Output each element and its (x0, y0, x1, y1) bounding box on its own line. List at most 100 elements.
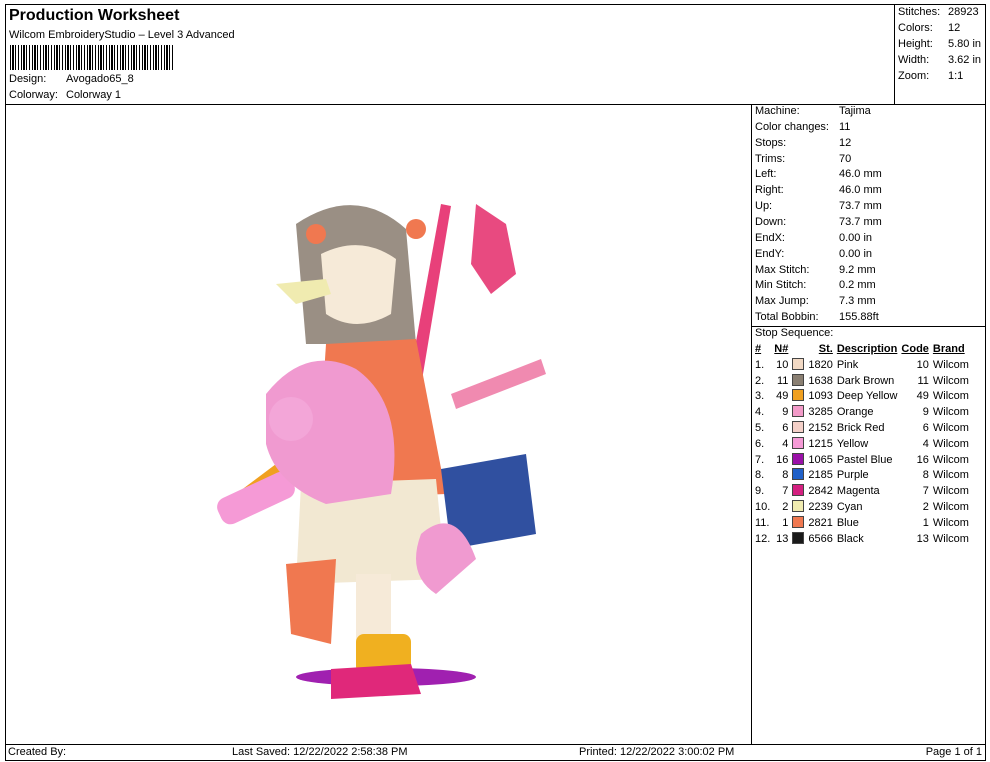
info-row: EndY: 0.00 in (755, 248, 872, 264)
design-value: Avogado65_8 (66, 73, 134, 85)
stats-panel: Stitches: 28923 Colors: 12 Height: 5.80 in … (894, 4, 986, 105)
color-code: 6 (922, 422, 929, 435)
color-code: 2 (922, 501, 929, 514)
color-description: Blue (836, 516, 859, 529)
stat-label: Zoom: (898, 70, 930, 82)
stat-width: Width: 3.62 in (898, 54, 981, 66)
thread-brand: Wilcom (932, 485, 969, 498)
stitch-count: 1093 (808, 390, 833, 403)
needle-num: 7 (782, 485, 789, 498)
needle-num: 16 (776, 453, 789, 466)
stop-num: 1. (755, 358, 765, 371)
thread-brand: Wilcom (932, 390, 969, 403)
info-value: 0.2 mm (839, 279, 876, 291)
info-value: 70 (839, 153, 852, 165)
software-name: Wilcom EmbroideryStudio – Level 3 Advanc… (9, 29, 235, 41)
thread-brand: Wilcom (932, 532, 969, 545)
color-description: Black (836, 532, 864, 545)
printed-date: Printed: 12/22/2022 3:00:02 PM (579, 746, 735, 758)
color-description: Pastel Blue (836, 453, 893, 466)
col-n: N# (774, 343, 789, 355)
color-swatch (790, 531, 806, 547)
embroidery-artwork (217, 204, 546, 699)
machine-info-panel: Machine: Tajima Color changes: 11 Stops: 12… (751, 104, 986, 745)
color-code: 8 (922, 469, 929, 482)
table-row: 7. 16 1065 Pastel Blue 16 Wilcom (753, 452, 971, 468)
stop-num: 11. (755, 516, 770, 529)
needle-num: 2 (782, 501, 789, 514)
swatch-icon (792, 405, 805, 418)
col-st: St. (818, 343, 833, 355)
info-row: Right: 46.0 mm (755, 184, 882, 200)
col-num: # (755, 343, 762, 355)
stitch-count: 1820 (808, 358, 833, 371)
table-row: 8. 8 2185 Purple 8 Wilcom (753, 468, 971, 484)
design-row: Design: Avogado65_8 (9, 73, 134, 85)
info-row: Up: 73.7 mm (755, 200, 882, 216)
color-code: 7 (922, 485, 929, 498)
color-swatch (790, 420, 806, 436)
color-swatch (790, 373, 806, 389)
color-swatch (790, 389, 806, 405)
swatch-icon (792, 531, 805, 544)
swatch-icon (792, 389, 805, 402)
swatch-icon (792, 468, 805, 481)
thread-brand: Wilcom (932, 422, 969, 435)
info-value: 11 (839, 121, 851, 133)
stat-label: Width: (898, 54, 930, 66)
info-label: Up: (755, 200, 773, 212)
needle-num: 8 (782, 469, 789, 482)
color-swatch (790, 499, 806, 515)
created-by: Created By: (8, 746, 67, 758)
barcode (10, 45, 174, 70)
color-description: Yellow (836, 437, 869, 450)
color-swatch (790, 515, 806, 531)
stitch-count: 2152 (808, 422, 833, 435)
color-swatch (790, 452, 806, 468)
stop-num: 7. (755, 453, 765, 466)
info-value: 9.2 mm (839, 264, 876, 276)
needle-num: 11 (776, 374, 789, 387)
stat-value: 1:1 (948, 70, 964, 82)
stop-num: 3. (755, 390, 765, 403)
info-label: Trims: (755, 153, 786, 165)
col-desc: Description (836, 343, 898, 355)
stop-num: 9. (755, 485, 765, 498)
stop-num: 6. (755, 437, 765, 450)
stop-num: 12. (755, 532, 771, 545)
thread-brand: Wilcom (932, 358, 969, 371)
color-description: Magenta (836, 485, 880, 498)
footer: Created By: Last Saved: 12/22/2022 2:58:… (5, 744, 986, 761)
swatch-icon (792, 515, 805, 528)
color-swatch (790, 436, 806, 452)
needle-num: 4 (782, 437, 789, 450)
info-value: Tajima (839, 105, 871, 117)
stitch-count: 1638 (808, 374, 833, 387)
last-saved: Last Saved: 12/22/2022 2:58:38 PM (232, 746, 408, 758)
table-row: 5. 6 2152 Brick Red 6 Wilcom (753, 420, 971, 436)
info-label: EndY: (755, 248, 785, 260)
needle-num: 49 (776, 390, 789, 403)
colorway-row: Colorway: Colorway 1 (9, 89, 121, 101)
stat-colors: Colors: 12 (898, 22, 960, 34)
swatch-icon (792, 484, 805, 497)
stat-zoom: Zoom: 1:1 (898, 70, 963, 82)
info-value: 7.3 mm (839, 295, 876, 307)
thread-brand: Wilcom (932, 406, 969, 419)
color-swatch (790, 468, 806, 484)
stitch-count: 1215 (808, 437, 833, 450)
stitch-count: 2239 (808, 501, 833, 514)
color-description: Orange (836, 406, 874, 419)
color-description: Cyan (836, 501, 863, 514)
info-value: 73.7 mm (839, 216, 882, 228)
info-value: 73.7 mm (839, 200, 882, 212)
info-row: Stops: 12 (755, 137, 851, 153)
info-row: Max Jump: 7.3 mm (755, 295, 876, 311)
color-code: 10 (916, 358, 929, 371)
color-code: 49 (916, 390, 929, 403)
info-label: Left: (755, 168, 777, 180)
needle-num: 6 (782, 422, 789, 435)
info-value: 0.00 in (839, 248, 873, 260)
swatch-icon (792, 421, 805, 434)
info-label: Color changes: (755, 121, 829, 133)
